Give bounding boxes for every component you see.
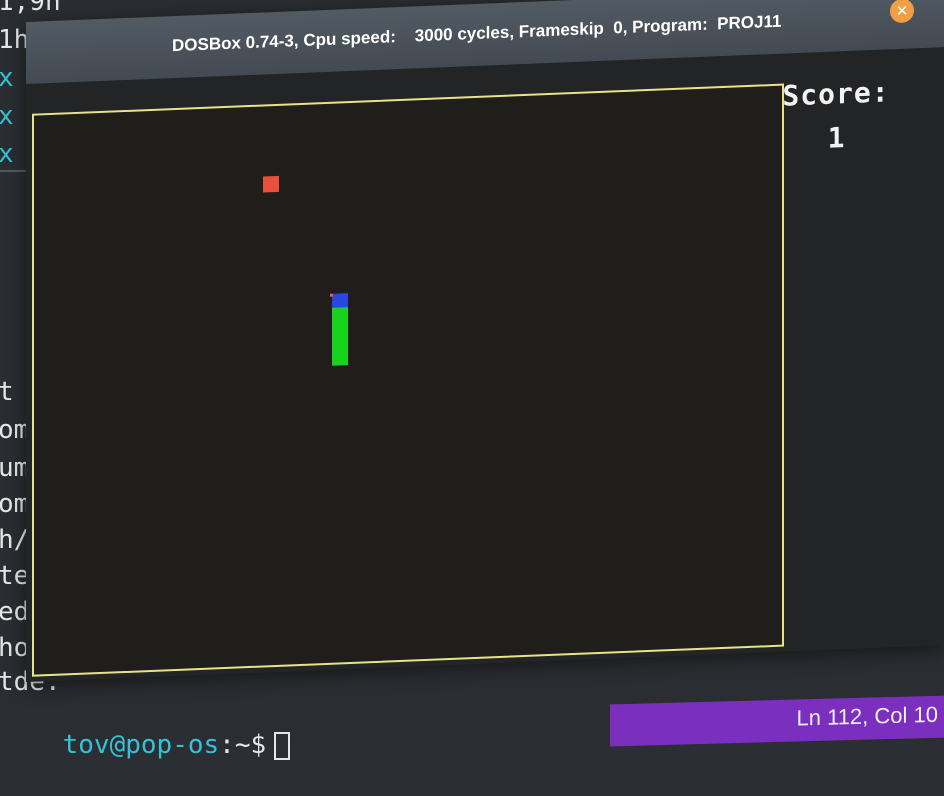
terminal-prompt[interactable]: tov@pop-os:~$: [0, 694, 291, 796]
snake-game-board[interactable]: [32, 83, 784, 677]
text-cursor: [274, 731, 291, 760]
terminal-line: 1,9h: [0, 0, 61, 17]
window-title: DOSBox 0.74-3, Cpu speed: 3000 cycles, F…: [172, 11, 782, 56]
close-icon[interactable]: ✕: [890, 0, 914, 24]
snake-head: [332, 293, 348, 308]
cursor-position: Ln 112, Col 10: [796, 701, 938, 731]
terminal-line: x: [0, 63, 14, 93]
snake-body: [332, 307, 348, 366]
editor-status-bar: Ln 112, Col 10: [610, 695, 944, 747]
food-pellet: [263, 175, 279, 193]
score-value: 1: [827, 121, 845, 155]
snake-eye: [330, 293, 333, 297]
terminal-line: ed: [0, 597, 30, 627]
prompt-user: tov@pop-os: [62, 730, 220, 760]
terminal-line: 1h: [0, 25, 30, 55]
score-label: Score:: [782, 75, 890, 113]
terminal-line: x: [0, 101, 14, 131]
terminal-line: x: [0, 139, 14, 169]
dosbox-window[interactable]: DOSBox 0.74-3, Cpu speed: 3000 cycles, F…: [26, 0, 944, 682]
prompt-path: :~$: [219, 730, 267, 760]
